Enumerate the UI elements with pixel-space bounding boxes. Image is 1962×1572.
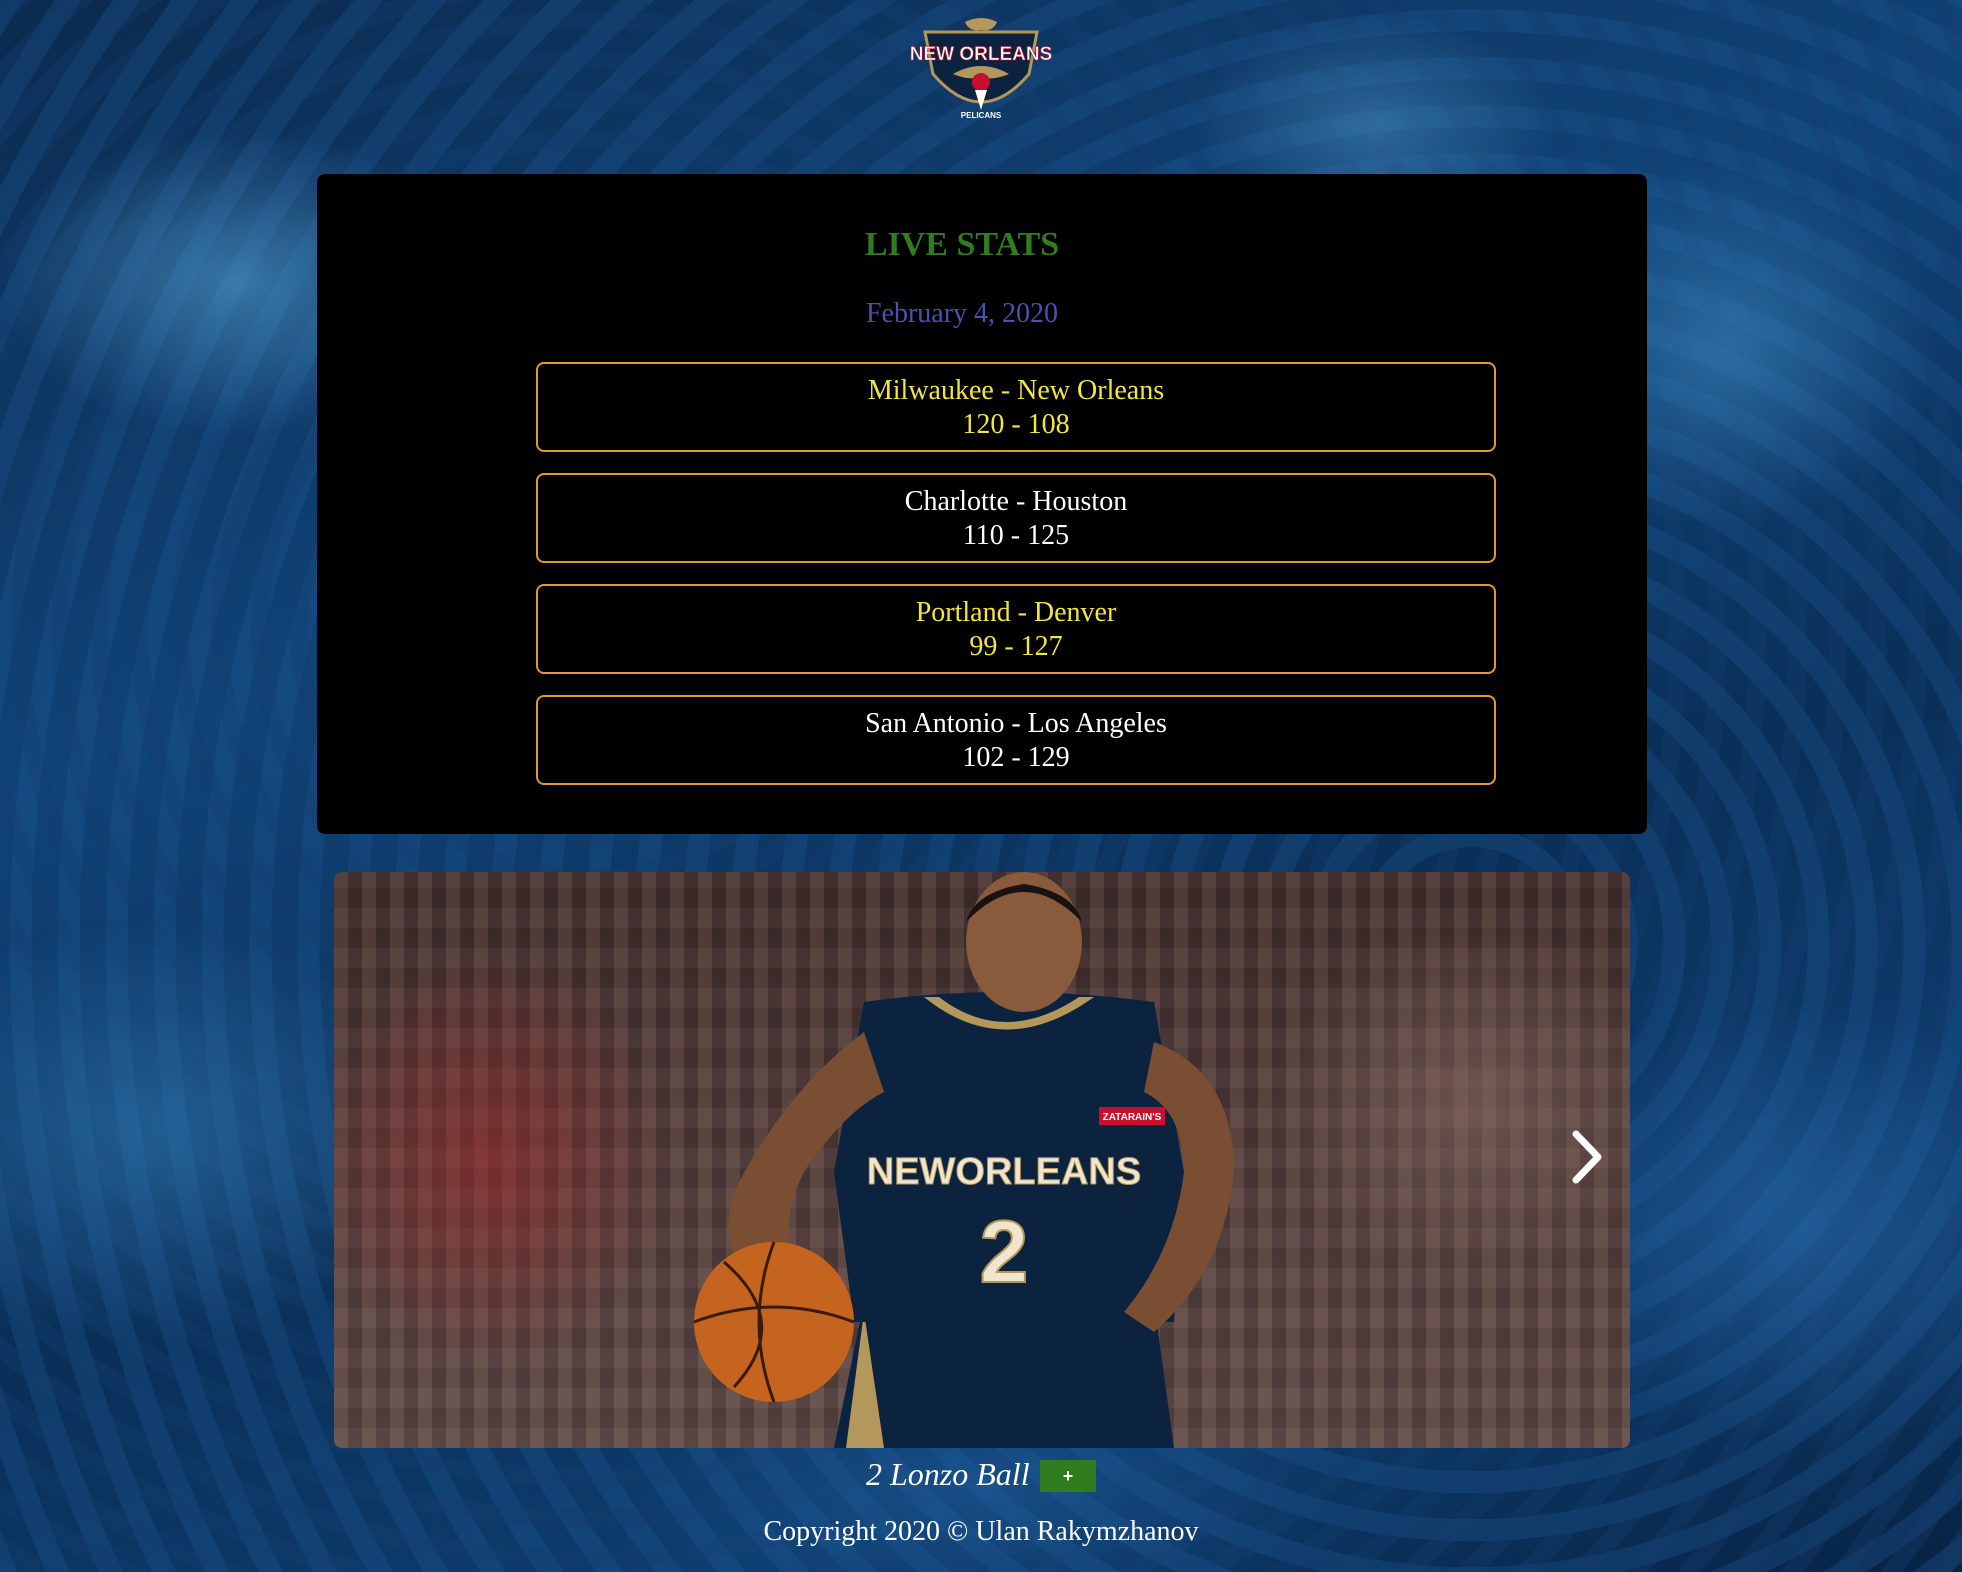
pelicans-logo: NEW ORLEANS PELICANS [909, 18, 1053, 120]
game-score: 110 - 125 [962, 520, 1070, 551]
stats-title: LIVE STATS [864, 226, 1060, 263]
player-carousel: ZATARAIN'S NEWORLEANS 2 [334, 872, 1630, 1448]
stats-date: February 4, 2020 [865, 298, 1059, 329]
jersey-number: 2 [980, 1202, 1029, 1301]
logo-subtext: PELICANS [961, 111, 1002, 120]
game-teams: Charlotte - Houston [904, 486, 1128, 517]
footer-copyright: Copyright 2020 © Ulan Rakymzhanov [763, 1516, 1199, 1547]
game-teams: San Antonio - Los Angeles [865, 708, 1167, 739]
game-card[interactable]: San Antonio - Los Angeles 102 - 129 [536, 695, 1496, 785]
jersey-wordmark: NEWORLEANS [867, 1151, 1141, 1193]
game-teams: Portland - Denver [915, 597, 1117, 628]
add-button[interactable]: + [1040, 1460, 1096, 1492]
game-score: 102 - 129 [962, 742, 1070, 773]
chevron-right-icon[interactable] [1562, 1122, 1612, 1192]
player-caption: 2 Lonzo Ball [866, 1456, 1030, 1492]
game-score: 120 - 108 [962, 409, 1070, 440]
game-card[interactable]: Portland - Denver 99 - 127 [536, 584, 1496, 674]
sponsor-patch: ZATARAIN'S [1103, 1112, 1162, 1123]
game-card[interactable]: Charlotte - Houston 110 - 125 [536, 473, 1496, 563]
game-score: 99 - 127 [969, 631, 1063, 662]
player-image: ZATARAIN'S NEWORLEANS 2 [693, 872, 1234, 1448]
game-card[interactable]: Milwaukee - New Orleans 120 - 108 [536, 362, 1496, 452]
logo-wordmark: NEW ORLEANS [910, 44, 1053, 65]
live-stats-panel: LIVE STATS February 4, 2020 Milwaukee - … [317, 174, 1647, 834]
game-teams: Milwaukee - New Orleans [867, 375, 1165, 406]
